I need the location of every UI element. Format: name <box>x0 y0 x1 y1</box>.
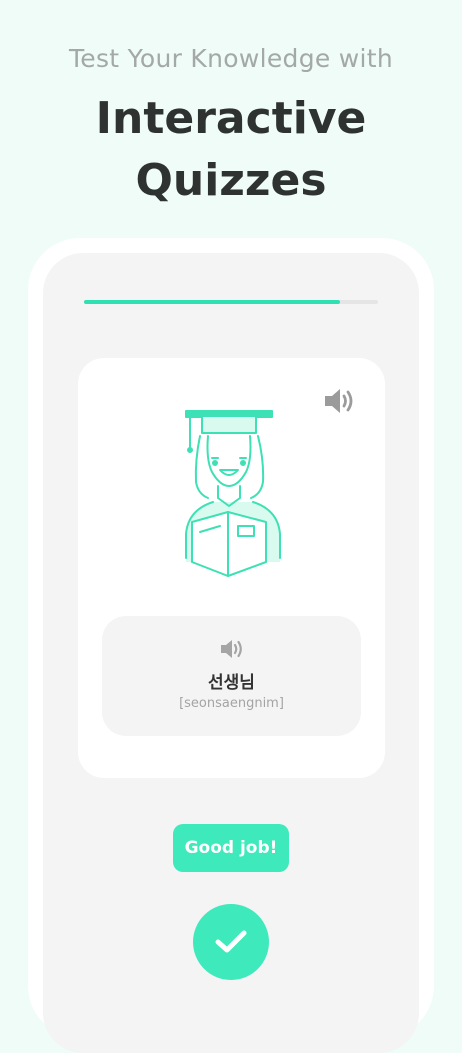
korean-word: 선생님 <box>208 673 255 693</box>
romanization: [seonsaengnim] <box>179 696 284 711</box>
header-subtitle: Test Your Knowledge with <box>68 44 394 73</box>
header-title: Interactive Quizzes <box>0 88 462 212</box>
checkmark-icon <box>215 930 247 953</box>
feedback-toast: Good job! <box>173 824 289 872</box>
quiz-progress-fill <box>84 300 340 304</box>
speaker-icon[interactable] <box>219 638 245 660</box>
speaker-icon[interactable] <box>323 386 357 416</box>
header-title-line2: Quizzes <box>135 155 327 206</box>
phone-screen: 선생님 [seonsaengnim] Te is Good job! <box>43 253 419 1053</box>
quiz-progress-bar <box>84 300 378 304</box>
header-title-line1: Interactive <box>95 93 367 144</box>
quiz-card: 선생님 [seonsaengnim] <box>78 358 385 778</box>
graduate-illustration <box>168 402 298 580</box>
check-button[interactable] <box>193 904 269 980</box>
word-box: 선생님 [seonsaengnim] <box>102 616 361 736</box>
